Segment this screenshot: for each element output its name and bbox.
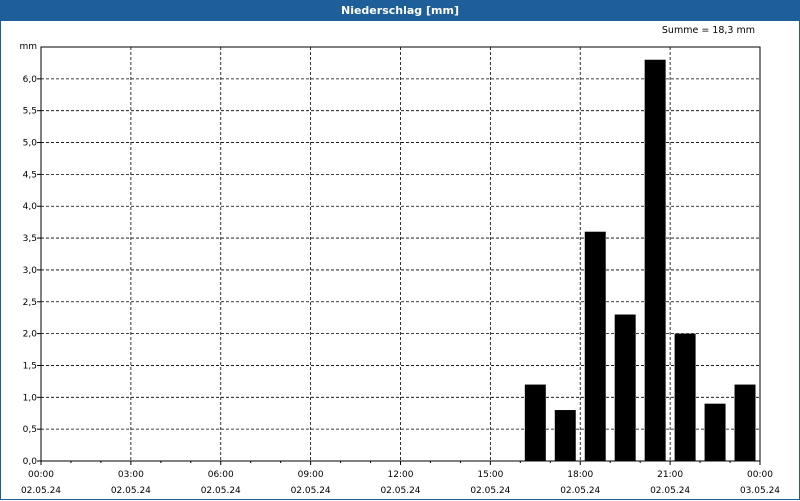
y-tick-label: 3,0 xyxy=(23,266,38,276)
x-tick-label-time: 09:00 xyxy=(298,470,324,480)
x-tick-label-time: 18:00 xyxy=(567,470,593,480)
x-tick-label-time: 12:00 xyxy=(388,470,414,480)
x-tick-label-time: 15:00 xyxy=(477,470,503,480)
y-tick-label: 2,0 xyxy=(23,330,38,340)
bar xyxy=(644,59,666,461)
y-tick-label: 0,0 xyxy=(23,457,38,467)
x-tick-label-date: 02.05.24 xyxy=(111,486,151,496)
precipitation-chart: 0,0 0,5 1,0 1,5 2,0 2,5 3,0 3,5 4,0 4,5 5,0 5,5 6,0 m… xyxy=(19,42,780,496)
x-tick-label-date: 02.05.24 xyxy=(291,486,331,496)
x-tick-label-time: 06:00 xyxy=(208,470,234,480)
y-tick-label: 5,0 xyxy=(23,139,38,149)
x-tick-label-time: 21:00 xyxy=(657,470,683,480)
x-tick-label-date: 03.05.24 xyxy=(740,486,780,496)
bar xyxy=(554,410,576,461)
chart-window: Niederschlag [mm] Summe = 18,3 mm 0,0 0,5… xyxy=(0,0,800,500)
y-tick-label: 4,0 xyxy=(23,202,38,212)
bar xyxy=(584,231,606,461)
x-tick-label-time: 03:00 xyxy=(118,470,144,480)
y-tick-label: 1,5 xyxy=(23,361,37,371)
x-tick-label-date: 02.05.24 xyxy=(560,486,600,496)
bar xyxy=(734,384,756,461)
x-tick-label-time: 00:00 xyxy=(28,470,54,480)
y-tick-label: 4,5 xyxy=(23,170,37,180)
y-tick-label: 6,0 xyxy=(23,75,38,85)
x-tick-label-date: 02.05.24 xyxy=(201,486,241,496)
bar xyxy=(704,403,726,461)
y-axis-unit-label: mm xyxy=(19,42,37,52)
y-tick-label: 5,5 xyxy=(23,107,37,117)
x-tick-label-time: 00:00 xyxy=(747,470,773,480)
bar xyxy=(614,314,636,461)
x-tick-label-date: 02.05.24 xyxy=(650,486,690,496)
bar xyxy=(674,333,696,461)
x-tick-label-date: 02.05.24 xyxy=(380,486,420,496)
y-tick-label: 0,5 xyxy=(23,425,37,435)
x-tick-label-date: 02.05.24 xyxy=(470,486,510,496)
y-tick-label: 2,5 xyxy=(23,298,37,308)
x-tick-label-date: 02.05.24 xyxy=(21,486,61,496)
y-tick-label: 3,5 xyxy=(23,234,37,244)
bar xyxy=(524,384,546,461)
y-tick-label: 1,0 xyxy=(23,393,38,403)
